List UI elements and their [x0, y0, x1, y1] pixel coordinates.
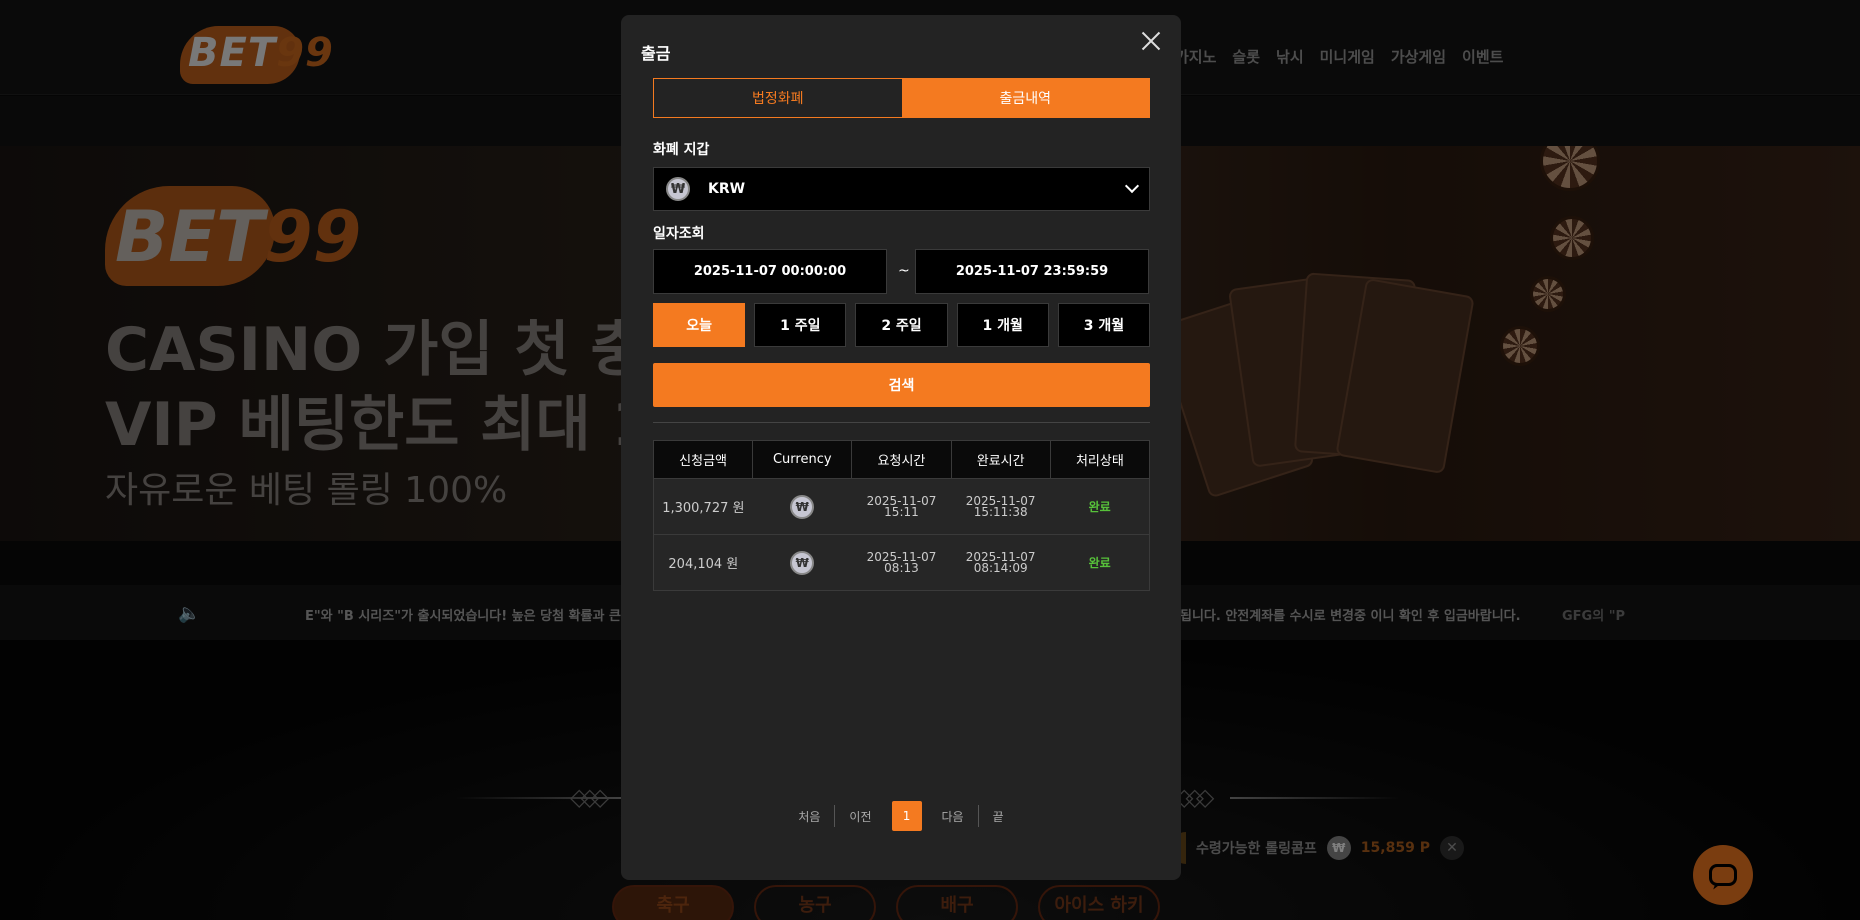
column-header: 신청금액 [652, 440, 754, 479]
withdraw-modal: 출금 법정화폐 출금내역 화폐 지갑 ₩ KRW 일자조회 2025-11-07… [621, 15, 1181, 880]
tab-fiat[interactable]: 법정화폐 [654, 79, 902, 117]
modal-title: 출금 [641, 44, 671, 63]
period-1month-button[interactable]: 1 개월 [956, 303, 1049, 347]
page-first-link[interactable]: 처음 [784, 805, 834, 827]
period-today-button[interactable]: 오늘 [653, 303, 746, 347]
status-cell: 완료 [1050, 534, 1151, 591]
request-time-cell: 2025-11-07 08:13 [851, 534, 952, 591]
page-last-link[interactable]: 끝 [979, 805, 1018, 827]
date-separator: ~ [898, 263, 910, 279]
close-icon[interactable] [1137, 27, 1165, 55]
complete-time: 15:11:38 [973, 504, 1028, 519]
period-2week-button[interactable]: 2 주일 [855, 303, 948, 347]
date-from-input[interactable]: 2025-11-07 00:00:00 [653, 249, 887, 294]
column-header: 처리상태 [1049, 440, 1151, 479]
modal-tabs: 법정화폐 출금내역 [653, 78, 1150, 118]
request-time: 15:11 [884, 504, 919, 519]
withdraw-history-table: 신청금액 Currency 요청시간 완료시간 처리상태 1,300,727 원… [652, 440, 1151, 591]
status-badge: 완료 [1088, 500, 1111, 514]
status-cell: 완료 [1050, 478, 1151, 535]
complete-time: 08:14:09 [973, 560, 1028, 575]
request-time: 08:13 [884, 560, 919, 575]
status-badge: 완료 [1088, 556, 1111, 570]
wallet-value: KRW [708, 181, 746, 197]
column-header: 요청시간 [851, 440, 952, 479]
wallet-select[interactable]: ₩ KRW [653, 167, 1150, 211]
table-row[interactable]: 1,300,727 원 ₩ 2025-11-07 15:11 2025-11-07… [652, 478, 1151, 535]
period-3month-button[interactable]: 3 개월 [1057, 303, 1151, 347]
table-row[interactable]: 204,104 원 ₩ 2025-11-07 08:13 2025-11-07 08… [652, 534, 1151, 591]
complete-time-cell: 2025-11-07 15:11:38 [951, 478, 1051, 535]
page-prev-link[interactable]: 이전 [835, 805, 885, 827]
pagination: 처음 이전 1 다음 끝 [621, 801, 1181, 831]
divider [653, 422, 1150, 423]
wallet-label: 화폐 지갑 [653, 142, 710, 158]
page-current[interactable]: 1 [891, 801, 922, 831]
date-to-input[interactable]: 2025-11-07 23:59:59 [915, 249, 1149, 294]
currency-cell: ₩ [752, 478, 852, 535]
period-buttons: 오늘 1 주일 2 주일 1 개월 3 개월 [653, 303, 1151, 347]
search-button[interactable]: 검색 [653, 363, 1150, 407]
amount-cell: 1,300,727 원 [652, 478, 753, 535]
column-header: 완료시간 [950, 440, 1051, 479]
won-coin-icon: ₩ [790, 550, 815, 575]
won-coin-icon: ₩ [790, 494, 815, 519]
table-header-row: 신청금액 Currency 요청시간 완료시간 처리상태 [652, 440, 1151, 479]
page-next-link[interactable]: 다음 [928, 805, 978, 827]
column-header: Currency [752, 440, 853, 479]
amount-cell: 204,104 원 [652, 534, 753, 591]
currency-cell: ₩ [752, 534, 852, 591]
request-time-cell: 2025-11-07 15:11 [851, 478, 952, 535]
period-1week-button[interactable]: 1 주일 [754, 303, 847, 347]
tab-withdraw-history[interactable]: 출금내역 [901, 79, 1149, 117]
date-label: 일자조회 [653, 226, 705, 242]
chevron-down-icon [1124, 178, 1140, 194]
won-coin-icon: ₩ [666, 177, 690, 201]
complete-time-cell: 2025-11-07 08:14:09 [951, 534, 1051, 591]
